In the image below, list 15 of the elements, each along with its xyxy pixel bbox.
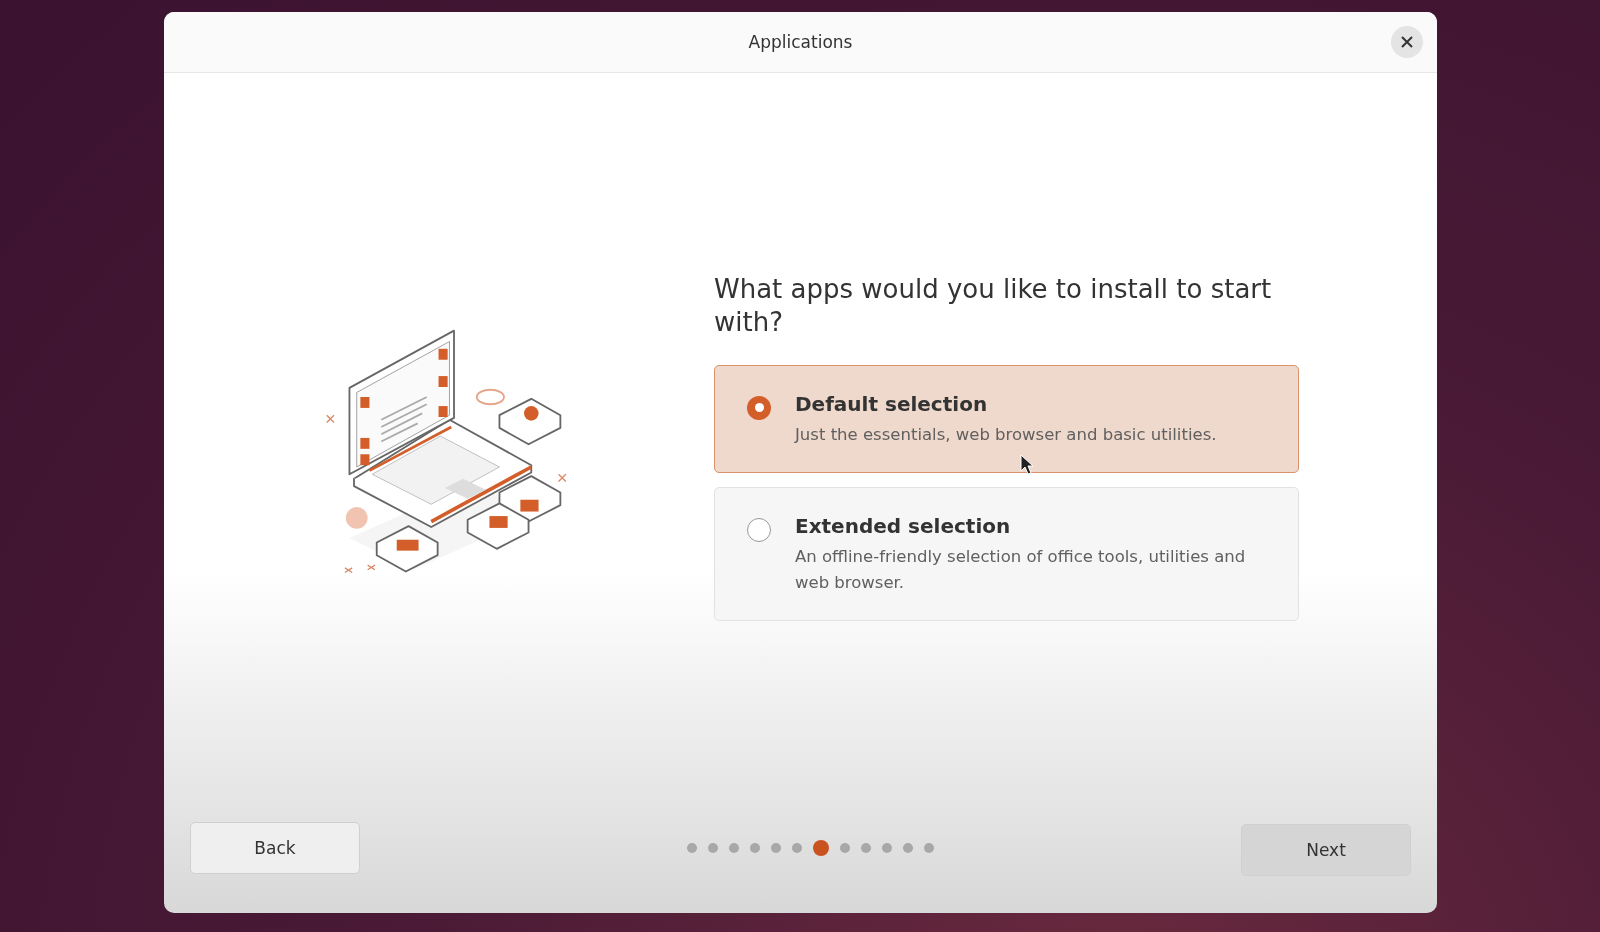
option-title: Default selection (795, 391, 989, 416)
radio-button[interactable] (747, 517, 771, 542)
back-button[interactable]: Back (190, 822, 360, 874)
close-button[interactable] (1391, 26, 1423, 58)
radio-button[interactable] (747, 395, 771, 420)
next-button[interactable]: Next (1241, 824, 1411, 876)
option-title: Extended selection (795, 513, 1012, 538)
question-heading: What apps would you like to install to start with? (714, 272, 1273, 339)
window-title: Applications (748, 32, 853, 52)
option-description: An offline-friendly selection of office tools, utilities and web browser. (795, 545, 1247, 594)
option-card[interactable]: Default selection Just the essentials, web browser and basic utilities. (714, 364, 1299, 473)
option-card[interactable]: Extended selection An offline-friendly selection of office tools, utilities and web browser. (714, 486, 1299, 621)
mouse-pointer-icon (1020, 454, 1034, 476)
close-icon (1400, 35, 1414, 49)
option-description: Just the essentials, web browser and basic utilities. (795, 423, 1217, 446)
